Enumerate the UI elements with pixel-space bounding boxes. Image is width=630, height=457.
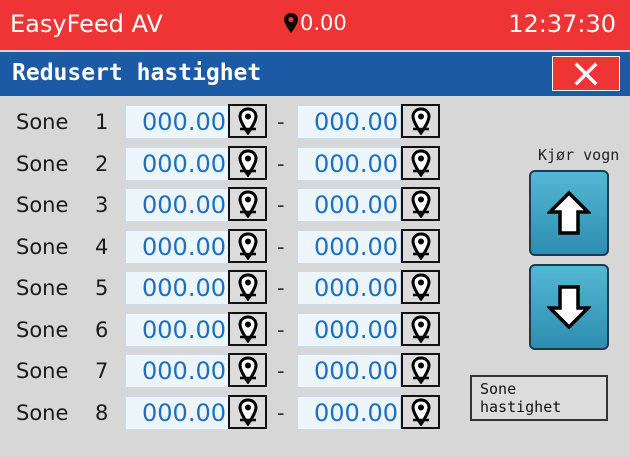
zone-start-field[interactable]: 000.00 <box>125 395 229 430</box>
zone-number: 3 <box>95 193 109 217</box>
set-start-position-button[interactable] <box>228 394 267 429</box>
location-pin-icon <box>410 190 431 218</box>
set-end-position-button[interactable] <box>401 145 440 180</box>
set-end-position-button[interactable] <box>401 311 440 346</box>
location-pin-icon <box>410 397 431 426</box>
zone-row: Sone 2 000.00-000.00 <box>0 144 460 184</box>
set-start-position-button[interactable] <box>228 270 267 304</box>
location-pin-icon <box>237 190 258 218</box>
zone-number: 8 <box>95 400 109 425</box>
set-start-position-button[interactable] <box>228 187 267 221</box>
zone-speed-line1: Sone <box>480 380 517 398</box>
set-end-position-button[interactable] <box>401 187 440 221</box>
zone-number: 2 <box>95 151 109 176</box>
range-separator: - <box>277 317 285 342</box>
zone-number: 7 <box>95 359 109 383</box>
range-separator: - <box>277 359 285 383</box>
zone-start-field[interactable]: 000.00 <box>125 312 229 347</box>
clock: 12:37:30 <box>508 10 616 38</box>
zone-start-field[interactable]: 000.00 <box>125 146 229 181</box>
zone-start-field[interactable]: 000.00 <box>125 354 229 388</box>
set-start-position-button[interactable] <box>228 145 267 180</box>
location-pin-icon <box>410 356 431 384</box>
arrow-up-icon <box>547 190 591 235</box>
position-readout: 0.00 <box>283 9 347 37</box>
zone-row: Sone 1 000.00-000.00 <box>0 102 460 142</box>
zone-row: Sone 8 000.00-000.00 <box>0 393 460 433</box>
location-pin-icon <box>237 273 258 301</box>
zone-label: Sone <box>16 359 69 383</box>
set-start-position-button[interactable] <box>228 104 267 138</box>
zone-end-field[interactable]: 000.00 <box>297 188 401 222</box>
zone-label: Sone <box>16 276 69 300</box>
location-pin-icon <box>410 231 431 260</box>
range-separator: - <box>277 400 285 425</box>
zone-speed-button[interactable]: Sone hastighet <box>470 375 608 421</box>
zone-number: 6 <box>95 317 109 342</box>
zone-number: 1 <box>95 110 109 134</box>
title-bar: Redusert hastighet <box>0 52 630 96</box>
range-separator: - <box>277 193 285 217</box>
zone-label: Sone <box>16 193 69 217</box>
location-pin-icon <box>237 356 258 384</box>
position-value: 0.00 <box>300 11 347 35</box>
status-bar: EasyFeed AV 0.00 12:37:30 <box>0 0 630 50</box>
location-pin-icon <box>410 107 431 135</box>
zone-start-field[interactable]: 000.00 <box>125 105 229 139</box>
set-end-position-button[interactable] <box>401 353 440 387</box>
location-pin-icon <box>237 148 258 177</box>
location-pin-icon <box>237 314 258 343</box>
location-pin-icon <box>237 231 258 260</box>
zone-end-field[interactable]: 000.00 <box>297 146 401 181</box>
zone-label: Sone <box>16 151 69 176</box>
zone-label: Sone <box>16 400 69 425</box>
location-pin-icon <box>410 314 431 343</box>
zone-row: Sone 7 000.00-000.00 <box>0 351 460 391</box>
drive-cart-label: Kjør vogn <box>538 146 620 164</box>
zone-row: Sone 3 000.00-000.00 <box>0 185 460 225</box>
range-separator: - <box>277 110 285 134</box>
range-separator: - <box>277 151 285 176</box>
location-pin-icon <box>410 148 431 177</box>
set-start-position-button[interactable] <box>228 353 267 387</box>
set-end-position-button[interactable] <box>401 104 440 138</box>
zone-label: Sone <box>16 110 69 134</box>
zone-end-field[interactable]: 000.00 <box>297 312 401 347</box>
zone-label: Sone <box>16 234 69 259</box>
location-pin-icon <box>237 397 258 426</box>
zone-row: Sone 6 000.00-000.00 <box>0 310 460 350</box>
range-separator: - <box>277 276 285 300</box>
range-separator: - <box>277 234 285 259</box>
zone-row: Sone 4 000.00-000.00 <box>0 227 460 267</box>
zone-end-field[interactable]: 000.00 <box>297 105 401 139</box>
arrow-down-icon <box>547 285 591 330</box>
set-start-position-button[interactable] <box>228 228 267 263</box>
zone-speed-line2: hastighet <box>480 398 562 416</box>
set-end-position-button[interactable] <box>401 228 440 263</box>
zone-end-field[interactable]: 000.00 <box>297 395 401 430</box>
page-title: Redusert hastighet <box>12 60 262 86</box>
location-pin-icon <box>410 273 431 301</box>
zone-end-field[interactable]: 000.00 <box>297 229 401 264</box>
zone-row: Sone 5 000.00-000.00 <box>0 268 460 308</box>
close-icon <box>574 62 598 85</box>
app-name: EasyFeed AV <box>10 10 163 38</box>
set-end-position-button[interactable] <box>401 270 440 304</box>
zone-label: Sone <box>16 317 69 342</box>
location-pin-icon <box>237 107 258 135</box>
set-start-position-button[interactable] <box>228 311 267 346</box>
zone-number: 5 <box>95 276 109 300</box>
set-end-position-button[interactable] <box>401 394 440 429</box>
close-button[interactable] <box>552 56 620 91</box>
zone-end-field[interactable]: 000.00 <box>297 271 401 305</box>
zone-end-field[interactable]: 000.00 <box>297 354 401 388</box>
location-pin-icon <box>284 13 298 33</box>
zone-start-field[interactable]: 000.00 <box>125 271 229 305</box>
zone-number: 4 <box>95 234 109 259</box>
move-up-button[interactable] <box>529 170 609 256</box>
zone-start-field[interactable]: 000.00 <box>125 188 229 222</box>
move-down-button[interactable] <box>529 264 609 350</box>
zone-start-field[interactable]: 000.00 <box>125 229 229 264</box>
